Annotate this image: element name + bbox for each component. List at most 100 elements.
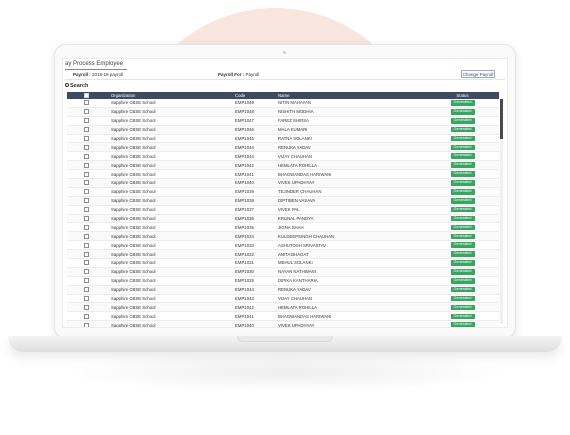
status-badge: Generated xyxy=(450,189,475,195)
table-row[interactable]: Sapphire CBSE School EMP1041 BHAGWANDAS HA… xyxy=(67,312,499,322)
table-row[interactable]: Sapphire CBSE School EMP1042 HEMLATA ROHIL… xyxy=(67,161,499,171)
table-row[interactable]: Sapphire CBSE School EMP1038 DIPTIBEN VASA… xyxy=(67,196,499,206)
laptop-shadow xyxy=(60,352,510,392)
row-checkbox[interactable] xyxy=(83,100,89,106)
status-badge: Generated xyxy=(450,126,475,133)
row-checkbox[interactable] xyxy=(83,278,89,284)
row-checkbox[interactable] xyxy=(83,224,89,230)
row-checkbox[interactable] xyxy=(83,287,89,293)
cell-code: EMP1038 xyxy=(235,198,254,204)
row-checkbox[interactable] xyxy=(83,136,89,141)
cell-code: EMP1046 xyxy=(235,127,254,133)
cell-code: EMP1042 xyxy=(235,304,254,310)
table-row[interactable]: Sapphire CBSE School EMP1049 NITIN MAHAYAN… xyxy=(67,99,499,108)
row-checkbox[interactable] xyxy=(83,313,89,319)
status-badge: Generated xyxy=(450,135,475,142)
status-badge: Generated xyxy=(450,260,475,266)
cell-name: HEMLATA ROHILLA xyxy=(278,304,318,310)
header-status: Status xyxy=(456,93,469,98)
row-checkbox[interactable] xyxy=(83,127,89,133)
row-checkbox[interactable] xyxy=(83,198,89,204)
table-row[interactable]: Sapphire CBSE School EMP1032 ANITA BHAGAT G… xyxy=(67,250,499,260)
table-row[interactable]: Sapphire CBSE School EMP1044 RENUKA YADAV G… xyxy=(67,285,499,295)
cell-code: EMP1047 xyxy=(235,118,254,124)
search-toggle[interactable]: Search xyxy=(65,83,88,89)
table-row[interactable]: Sapphire CBSE School EMP1040 VIVEK UPADHYA… xyxy=(67,321,499,327)
table-row[interactable]: Sapphire CBSE School EMP1041 BHAGWANDAS HA… xyxy=(67,170,499,180)
table-row[interactable]: Sapphire CBSE School EMP1047 FAREZ SHIRSA G… xyxy=(67,117,499,126)
row-checkbox[interactable] xyxy=(83,180,89,186)
cell-organization: Sapphire CBSE School xyxy=(111,224,156,230)
status-badge: Generated xyxy=(450,215,475,222)
cell-code: EMP1033 xyxy=(235,242,254,248)
row-checkbox[interactable] xyxy=(83,207,89,213)
row-checkbox[interactable] xyxy=(83,109,89,115)
cell-organization: Sapphire CBSE School xyxy=(111,109,156,115)
row-checkbox[interactable] xyxy=(83,269,89,275)
cell-code: EMP1048 xyxy=(235,109,254,115)
table-row[interactable]: Sapphire CBSE School EMP1035 JIGNA SHAH Gen… xyxy=(67,223,499,233)
table-row[interactable]: Sapphire CBSE School EMP1044 RENUKA YADAV G… xyxy=(67,143,499,153)
table-row[interactable]: Sapphire CBSE School EMP1039 TEJINDER CHAU… xyxy=(67,188,499,197)
cell-code: EMP1041 xyxy=(235,313,254,319)
row-checkbox[interactable] xyxy=(83,233,89,239)
cell-name: DIPIKA KANTHARIA xyxy=(278,278,318,284)
payroll-for-info: Payroll For : Payroll xyxy=(218,72,260,77)
row-checkbox[interactable] xyxy=(83,118,89,124)
row-checkbox[interactable] xyxy=(83,216,89,222)
table-row[interactable]: Sapphire CBSE School EMP1043 VIJAY CHAUHAN… xyxy=(67,152,499,162)
cell-code: EMP1025 xyxy=(235,278,254,284)
row-checkbox[interactable] xyxy=(83,260,89,266)
table-row[interactable]: Sapphire CBSE School EMP1046 MALA KUMARI Ge… xyxy=(67,125,499,135)
cell-organization: Sapphire CBSE School xyxy=(111,118,156,124)
cell-name: KRUNAL PANDYA xyxy=(278,216,314,222)
status-badge: Generated xyxy=(450,197,475,204)
scrollbar-thumb[interactable] xyxy=(500,99,503,139)
row-checkbox[interactable] xyxy=(83,242,89,248)
row-checkbox[interactable] xyxy=(83,322,89,327)
row-checkbox[interactable] xyxy=(83,171,89,177)
status-badge: Generated xyxy=(450,233,475,240)
table-row[interactable]: Sapphire CBSE School EMP1043 VIJAY CHAUHAN… xyxy=(67,295,499,304)
cell-name: VIVEK UPADHYAY xyxy=(278,180,315,186)
status-badge: Generated xyxy=(450,286,475,293)
table-row[interactable]: Sapphire CBSE School EMP1034 KULDEEPSINGH … xyxy=(67,232,499,242)
cell-code: EMP1030 xyxy=(235,269,254,275)
row-checkbox[interactable] xyxy=(83,296,89,302)
table-row[interactable]: Sapphire CBSE School EMP1048 NISHITH MODHI… xyxy=(67,107,499,117)
table-row[interactable]: Sapphire CBSE School EMP1030 NAYAN NATHWAN… xyxy=(67,267,499,277)
table-row[interactable]: Sapphire CBSE School EMP1042 HEMLATA ROHIL… xyxy=(67,303,499,313)
cell-organization: Sapphire CBSE School xyxy=(111,304,156,310)
cell-organization: Sapphire CBSE School xyxy=(111,153,156,159)
cell-code: EMP1041 xyxy=(235,171,254,177)
cell-name: VIVEK PAL xyxy=(278,207,300,213)
change-payroll-button[interactable]: Change Payroll xyxy=(461,70,495,78)
cell-code: EMP1042 xyxy=(235,162,254,168)
status-badge: Generated xyxy=(450,180,475,186)
row-checkbox[interactable] xyxy=(83,144,89,150)
laptop-screen: ay Process Employee Payroll : 2018-19 pa… xyxy=(62,58,508,328)
cell-organization: Sapphire CBSE School xyxy=(111,313,156,319)
cell-code: EMP1037 xyxy=(235,207,254,213)
table-row[interactable]: Sapphire CBSE School EMP1025 DIPIKA KANTHA… xyxy=(67,277,499,286)
row-checkbox[interactable] xyxy=(83,304,89,310)
table-row[interactable]: Sapphire CBSE School EMP1033 ASHUTOSH SRIV… xyxy=(67,241,499,251)
row-checkbox[interactable] xyxy=(83,162,89,168)
row-checkbox[interactable] xyxy=(83,153,89,159)
select-all-checkbox[interactable] xyxy=(83,93,89,98)
cell-name: FAREZ SHIRSA xyxy=(278,118,310,124)
table-row[interactable]: Sapphire CBSE School EMP1036 KRUNAL PANDYA… xyxy=(67,214,499,224)
status-badge: Generated xyxy=(450,224,475,231)
cell-name: HEMLATA ROHILLA xyxy=(278,162,318,168)
cell-code: EMP1035 xyxy=(235,224,254,230)
status-badge: Generated xyxy=(450,153,475,160)
header-name: Name xyxy=(278,93,290,98)
table-row[interactable]: Sapphire CBSE School EMP1037 VIVEK PAL Gene… xyxy=(67,206,499,215)
row-checkbox[interactable] xyxy=(83,251,89,257)
row-checkbox[interactable] xyxy=(83,189,89,195)
cell-name: KULDEEPSINGH CHAUHAN xyxy=(278,233,335,239)
table-row[interactable]: Sapphire CBSE School EMP1045 RATNA SOLANKI… xyxy=(67,135,499,144)
header-organization: Organization xyxy=(111,93,136,98)
table-row[interactable]: Sapphire CBSE School EMP1031 MEHUL SOLANKI… xyxy=(67,259,499,268)
table-row[interactable]: Sapphire CBSE School EMP1040 VIVEK UPADHYA… xyxy=(67,179,499,188)
